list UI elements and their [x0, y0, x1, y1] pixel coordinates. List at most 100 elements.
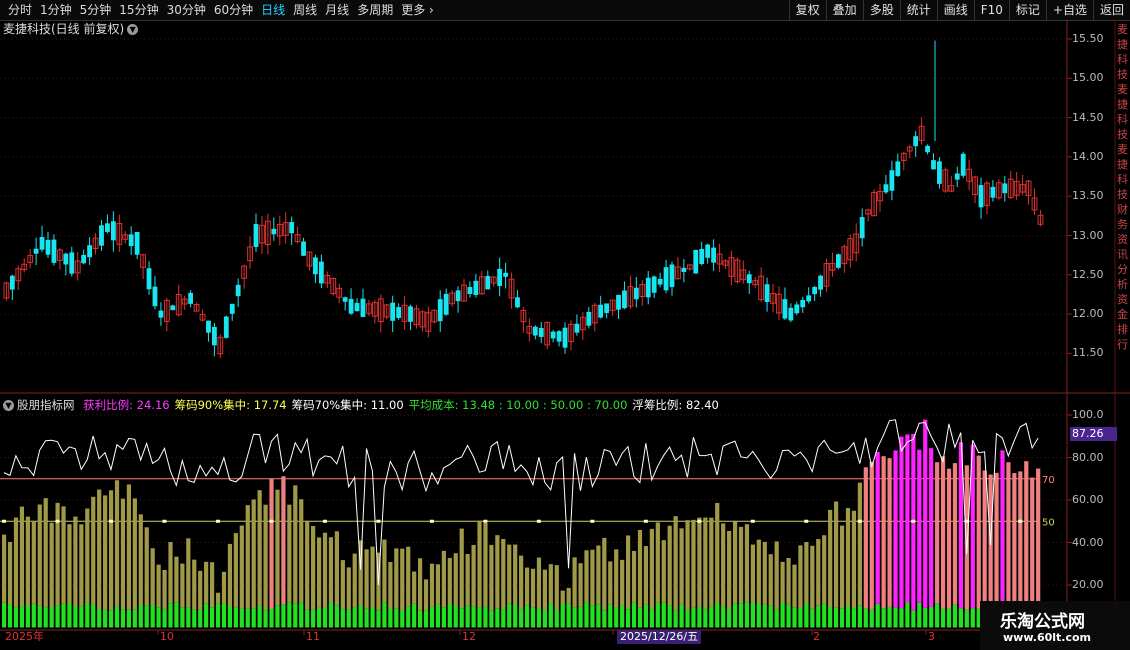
- profit-bar: [316, 537, 322, 608]
- watermark-title: 乐淘公式网: [1000, 612, 1085, 632]
- green-bar: [863, 608, 868, 628]
- price-axis-label: 12.50: [1072, 267, 1104, 281]
- profit-bar: [221, 571, 227, 604]
- profit-bar: [192, 559, 197, 610]
- green-bar: [162, 609, 167, 628]
- green-bar: [691, 607, 696, 628]
- green-bar: [519, 609, 524, 628]
- candle-body: [806, 295, 812, 302]
- green-bar: [37, 605, 42, 628]
- green-bar: [958, 608, 963, 628]
- green-bar: [679, 604, 684, 628]
- green-bar: [388, 609, 393, 628]
- candle-body: [1002, 183, 1008, 194]
- green-bar: [85, 602, 90, 628]
- marker-dot: [269, 519, 274, 523]
- green-bar: [655, 602, 660, 628]
- profit-bar: [429, 563, 435, 607]
- profit-bar: [108, 490, 114, 611]
- profit-bar: [37, 504, 42, 606]
- profit-bar: [822, 535, 827, 604]
- green-bar: [471, 606, 476, 628]
- green-bar: [114, 606, 120, 628]
- candle-body: [51, 239, 57, 263]
- profit-bar: [661, 540, 666, 603]
- candle-body: [859, 217, 865, 239]
- green-bar: [703, 609, 708, 628]
- indicator-item-1: 筹码90%集中: 17.74: [174, 398, 287, 412]
- profit-bar: [940, 456, 946, 609]
- profit-bar: [929, 448, 934, 607]
- profit-bar: [13, 517, 19, 608]
- profit-bar: [257, 490, 262, 606]
- green-bar: [245, 608, 250, 628]
- profit-bar: [103, 495, 108, 610]
- profit-bar: [964, 465, 969, 610]
- indicator-menu-icon[interactable]: ▼: [3, 400, 14, 411]
- profit-bar: [43, 498, 48, 608]
- profit-bar: [126, 484, 131, 610]
- green-bar: [530, 607, 536, 628]
- candle-body: [110, 221, 116, 241]
- candle-body: [354, 302, 360, 312]
- profit-bar: [673, 516, 678, 611]
- profit-bar: [834, 501, 839, 608]
- green-bar: [839, 608, 845, 628]
- profit-bar: [370, 546, 375, 608]
- green-bar: [180, 607, 185, 628]
- green-bar: [554, 609, 559, 628]
- date-label: 10: [160, 630, 174, 643]
- indicator-item-0: 获利比例: 24.16: [83, 398, 170, 412]
- green-bar: [786, 604, 791, 628]
- profit-bar: [952, 463, 958, 605]
- profit-bar: [85, 508, 90, 603]
- green-bar: [287, 602, 292, 628]
- candle-body: [925, 145, 930, 153]
- profit-bar: [608, 561, 613, 605]
- price-axis-label: 15.00: [1072, 71, 1104, 85]
- green-bar: [834, 607, 839, 628]
- profit-bar: [275, 489, 280, 606]
- green-bar: [875, 603, 880, 628]
- profit-bar: [637, 529, 643, 608]
- candle-body: [532, 326, 538, 336]
- candle-body: [515, 297, 520, 308]
- green-bar: [774, 609, 779, 628]
- candle-body: [705, 244, 711, 258]
- candle-body: [800, 300, 806, 308]
- green-bar: [614, 607, 619, 628]
- indicator-name: 股朋指标网: [17, 398, 75, 412]
- candle-body: [342, 297, 348, 302]
- candle-body: [574, 323, 580, 333]
- green-bar: [524, 605, 530, 628]
- green-bar: [364, 608, 369, 628]
- candle-body: [651, 276, 657, 293]
- green-bar: [929, 606, 934, 628]
- candle-body: [633, 287, 639, 300]
- green-bar: [697, 606, 702, 628]
- indicator-axis-label: 80.00: [1072, 450, 1104, 464]
- candle-body: [289, 222, 295, 234]
- candle-body: [206, 320, 211, 333]
- green-bar: [210, 607, 215, 628]
- candle-body: [229, 303, 235, 314]
- candle-body: [693, 249, 699, 274]
- profit-bar: [73, 516, 78, 607]
- candle-body: [663, 267, 669, 291]
- price-axis-label: 13.00: [1072, 228, 1104, 242]
- green-bar: [382, 602, 387, 628]
- candle-body: [271, 228, 277, 235]
- profit-bar: [946, 468, 952, 609]
- profit-bar: [1012, 473, 1017, 609]
- green-bar: [905, 602, 910, 628]
- date-label: 2025年: [5, 630, 44, 643]
- profit-bar: [703, 517, 708, 610]
- profit-bar: [67, 524, 72, 603]
- green-bar: [144, 605, 149, 628]
- profit-bar: [798, 545, 803, 609]
- candle-body: [895, 161, 901, 176]
- green-bar: [204, 603, 209, 628]
- profit-bar: [120, 498, 126, 610]
- green-bar: [346, 609, 351, 628]
- profit-bar: [744, 524, 750, 603]
